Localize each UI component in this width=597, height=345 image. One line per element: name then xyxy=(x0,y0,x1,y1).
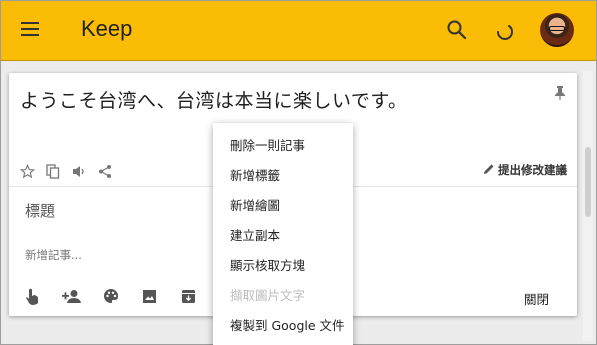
title-field[interactable]: 標題 xyxy=(25,200,55,221)
menu-item-delete-note[interactable]: 刪除一則記事 xyxy=(213,131,353,161)
scrollbar[interactable] xyxy=(583,71,593,341)
menu-item-add-drawing[interactable]: 新增繪圖 xyxy=(213,191,353,221)
pin-icon[interactable] xyxy=(553,85,567,101)
share-icon[interactable] xyxy=(97,163,113,179)
suggest-edit-link[interactable]: 提出修改建議 xyxy=(483,162,567,178)
image-icon[interactable] xyxy=(139,287,160,305)
app-title: Keep xyxy=(81,16,133,41)
archive-icon[interactable] xyxy=(178,287,199,305)
menu-item-grab-image-text: 擷取圖片文字 xyxy=(230,288,306,303)
suggest-edit-label: 提出修改建議 xyxy=(498,163,567,177)
copy-icon[interactable] xyxy=(45,163,61,179)
menu-item-copy-to-google-docs[interactable]: 複製到 Google 文件 xyxy=(213,311,353,341)
collaborator-icon[interactable] xyxy=(61,287,82,305)
editor-toolbar xyxy=(22,287,199,305)
loading-spinner-icon xyxy=(494,20,516,42)
scrollbar-thumb[interactable] xyxy=(585,147,591,217)
more-options-menu: 刪除一則記事 新增標籤 新增繪圖 建立副本 顯示核取方塊 擷取圖片文字 複製到 … xyxy=(213,123,353,345)
user-avatar[interactable] xyxy=(540,13,574,47)
palette-icon[interactable] xyxy=(100,287,121,305)
close-button[interactable]: 關閉 xyxy=(524,289,549,308)
note-text[interactable]: ようこそ台湾へ、台湾は本当に楽しいです。 xyxy=(20,86,408,113)
note-actions-row xyxy=(19,163,113,179)
pencil-icon xyxy=(483,163,495,178)
menu-item-add-label[interactable]: 新增標籤 xyxy=(213,161,353,191)
star-icon[interactable] xyxy=(19,163,35,179)
reminder-icon[interactable] xyxy=(22,287,43,305)
search-icon[interactable] xyxy=(445,18,469,42)
top-app-bar: Keep xyxy=(1,1,596,61)
avatar-glasses xyxy=(549,26,565,31)
speaker-icon[interactable] xyxy=(71,163,87,179)
note-body-field[interactable]: 新增記事... xyxy=(25,247,82,263)
menu-item-show-checkboxes[interactable]: 顯示核取方塊 xyxy=(213,251,353,281)
menu-item-make-copy[interactable]: 建立副本 xyxy=(213,221,353,251)
hamburger-menu-icon[interactable] xyxy=(19,21,41,39)
